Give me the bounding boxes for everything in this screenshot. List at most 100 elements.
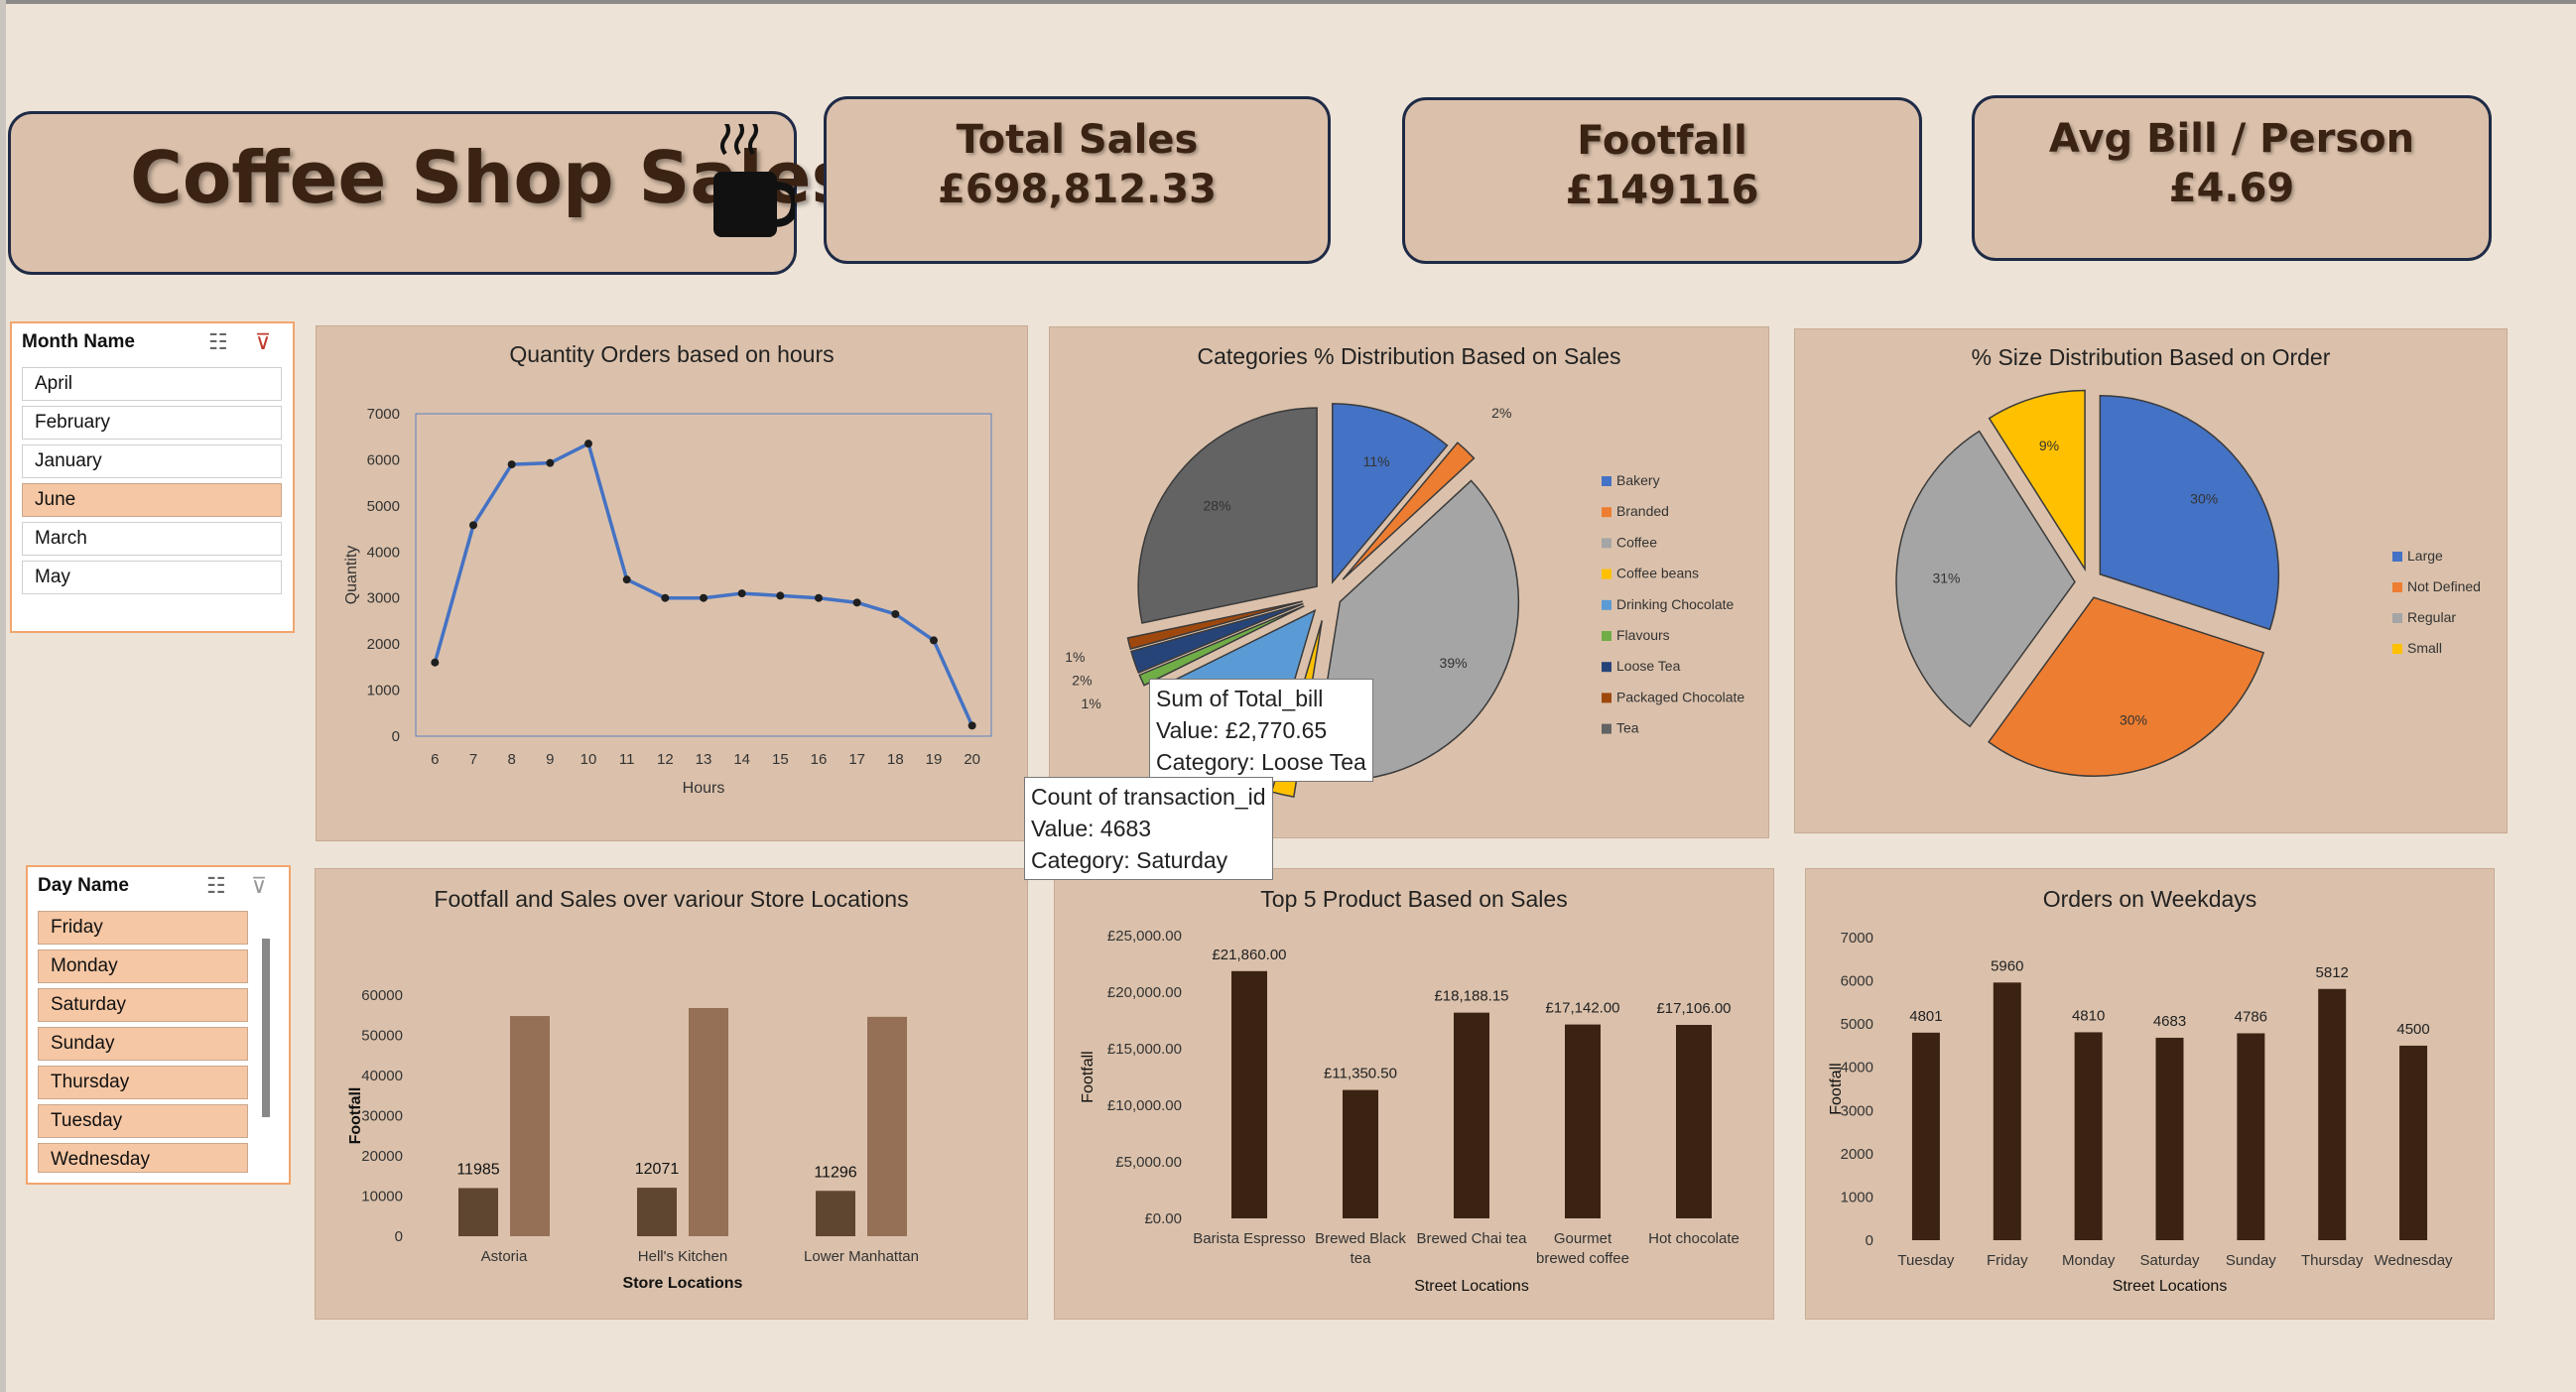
series-line — [433, 441, 974, 727]
chart-title: Orders on Weekdays — [2042, 886, 2257, 912]
bar — [458, 1188, 498, 1236]
legend-swatch — [1602, 631, 1611, 641]
y-tick-label: 3000 — [367, 590, 400, 607]
y-tick-label: 5000 — [367, 498, 400, 515]
tooltip-line: Sum of Total_bill — [1156, 686, 1324, 711]
y-tick-label: £0.00 — [1144, 1210, 1182, 1227]
data-point — [622, 575, 631, 584]
slicer-item-february[interactable]: February — [22, 406, 282, 440]
bar — [1565, 1024, 1601, 1218]
legend-swatch — [2392, 552, 2402, 562]
data-label: 12071 — [635, 1161, 680, 1178]
slicer-item-january[interactable]: January — [22, 444, 282, 478]
clear-filter-icon[interactable]: ⊽ — [255, 329, 271, 355]
data-label: 4786 — [2235, 1008, 2267, 1025]
legend-label: Flavours — [1616, 627, 1670, 643]
y-tick-label: 2000 — [1841, 1146, 1873, 1163]
legend-label: Packaged Chocolate — [1616, 689, 1744, 704]
multi-select-icon[interactable]: ☷ — [208, 329, 228, 355]
data-label: £21,860.00 — [1212, 947, 1286, 963]
legend-swatch — [1602, 599, 1611, 610]
data-label: 30% — [2190, 491, 2218, 507]
legend-label: Large — [2407, 548, 2443, 564]
x-tick-label: 18 — [887, 751, 904, 768]
kpi-label: Footfall — [1577, 118, 1747, 164]
data-point — [737, 589, 746, 598]
product-bar-chart: £0.00 £5,000.00 £10,000.00 £15,000.00 £20,00… — [1080, 928, 1739, 1295]
data-point — [546, 458, 555, 467]
slicer-item-saturday[interactable]: Saturday — [38, 988, 248, 1022]
slicer-item-june[interactable]: June — [22, 483, 282, 517]
data-label: 4500 — [2396, 1021, 2429, 1038]
y-tick-label: 30000 — [361, 1108, 403, 1125]
y-tick-label: 4000 — [367, 544, 400, 561]
y-tick-label: 60000 — [361, 987, 403, 1004]
x-tick-label: Tuesday — [1897, 1252, 1954, 1269]
chart-title: % Size Distribution Based on Order — [1971, 344, 2331, 370]
x-axis-title: Street Locations — [2113, 1278, 2228, 1295]
y-tick-label: 6000 — [1841, 973, 1873, 990]
y-tick-label: £15,000.00 — [1107, 1041, 1182, 1058]
data-point — [852, 598, 861, 607]
x-tick-label: 17 — [848, 751, 865, 768]
x-tick-label: Wednesday — [2375, 1252, 2453, 1269]
y-tick-label: 0 — [395, 1228, 403, 1245]
data-label: 2% — [1491, 405, 1511, 421]
slicer-scrollbar[interactable] — [262, 939, 270, 1117]
x-tick-label: Friday — [1987, 1252, 2028, 1269]
sheet-grid-left — [0, 0, 6, 1392]
data-label: 5960 — [1991, 957, 2023, 974]
size-pie-chart: 30% 30% 31% 9% Large Not Defined Regular Small — [1895, 389, 2481, 777]
data-point — [930, 636, 938, 645]
y-tick-label: 0 — [392, 728, 400, 745]
bar — [2155, 1037, 2184, 1240]
legend-swatch — [1602, 507, 1611, 518]
coffee-mug-icon — [713, 124, 795, 237]
legend-label: Regular — [2407, 609, 2456, 625]
slicer-item-wednesday[interactable]: Wednesday — [38, 1143, 248, 1173]
bar — [510, 1016, 550, 1236]
y-tick-label: 4000 — [1841, 1060, 1873, 1076]
slicer-item-sunday[interactable]: Sunday — [38, 1027, 248, 1061]
y-tick-label: 6000 — [367, 451, 400, 468]
multi-select-icon[interactable]: ☷ — [206, 873, 226, 899]
legend-label: Small — [2407, 640, 2442, 656]
slicer-item-thursday[interactable]: Thursday — [38, 1066, 248, 1099]
legend-swatch — [1602, 476, 1611, 486]
x-axis-title: Street Locations — [1414, 1278, 1529, 1295]
sheet-grid-top — [0, 0, 2576, 4]
slicer-item-may[interactable]: May — [22, 561, 282, 594]
slicer-item-tuesday[interactable]: Tuesday — [38, 1104, 248, 1138]
y-tick-label: £25,000.00 — [1107, 928, 1182, 945]
bar — [637, 1188, 677, 1236]
x-tick-label: Monday — [2062, 1252, 2116, 1269]
x-tick-label: 16 — [811, 751, 828, 768]
y-tick-label: 40000 — [361, 1068, 403, 1084]
clear-filter-icon[interactable]: ⊽ — [251, 873, 267, 899]
bar — [2237, 1033, 2265, 1240]
slicer-item-march[interactable]: March — [22, 522, 282, 556]
x-tick-label: Saturday — [2139, 1252, 2200, 1269]
kpi-value: £698,812.33 — [938, 167, 1217, 212]
x-tick-label: tea — [1351, 1250, 1372, 1267]
data-label: £17,142.00 — [1545, 1000, 1619, 1017]
data-label: 1% — [1065, 649, 1085, 665]
plot-area — [415, 413, 992, 737]
x-tick-label: 10 — [580, 751, 597, 768]
store-bar-panel: Footfall and Sales over variour Store Lo… — [315, 868, 1028, 1320]
title-card: Coffee Shop Sales — [8, 111, 853, 275]
slicer-item-friday[interactable]: Friday — [38, 911, 248, 945]
slicer-item-monday[interactable]: Monday — [38, 949, 248, 983]
slicer-item-april[interactable]: April — [22, 367, 282, 401]
pie-slice-tea — [1137, 407, 1318, 624]
x-tick-label: 7 — [469, 751, 477, 768]
chart-title: Top 5 Product Based on Sales — [1260, 886, 1568, 912]
y-tick-label: 20000 — [361, 1148, 403, 1165]
chart-title: Quantity Orders based on hours — [509, 341, 835, 367]
y-tick-label: £5,000.00 — [1115, 1154, 1182, 1171]
x-tick-label: Astoria — [481, 1248, 528, 1265]
legend-label: Branded — [1616, 503, 1669, 519]
legend-swatch — [1602, 693, 1611, 703]
data-label: 11% — [1363, 453, 1390, 469]
y-tick-label: 5000 — [1841, 1016, 1873, 1033]
